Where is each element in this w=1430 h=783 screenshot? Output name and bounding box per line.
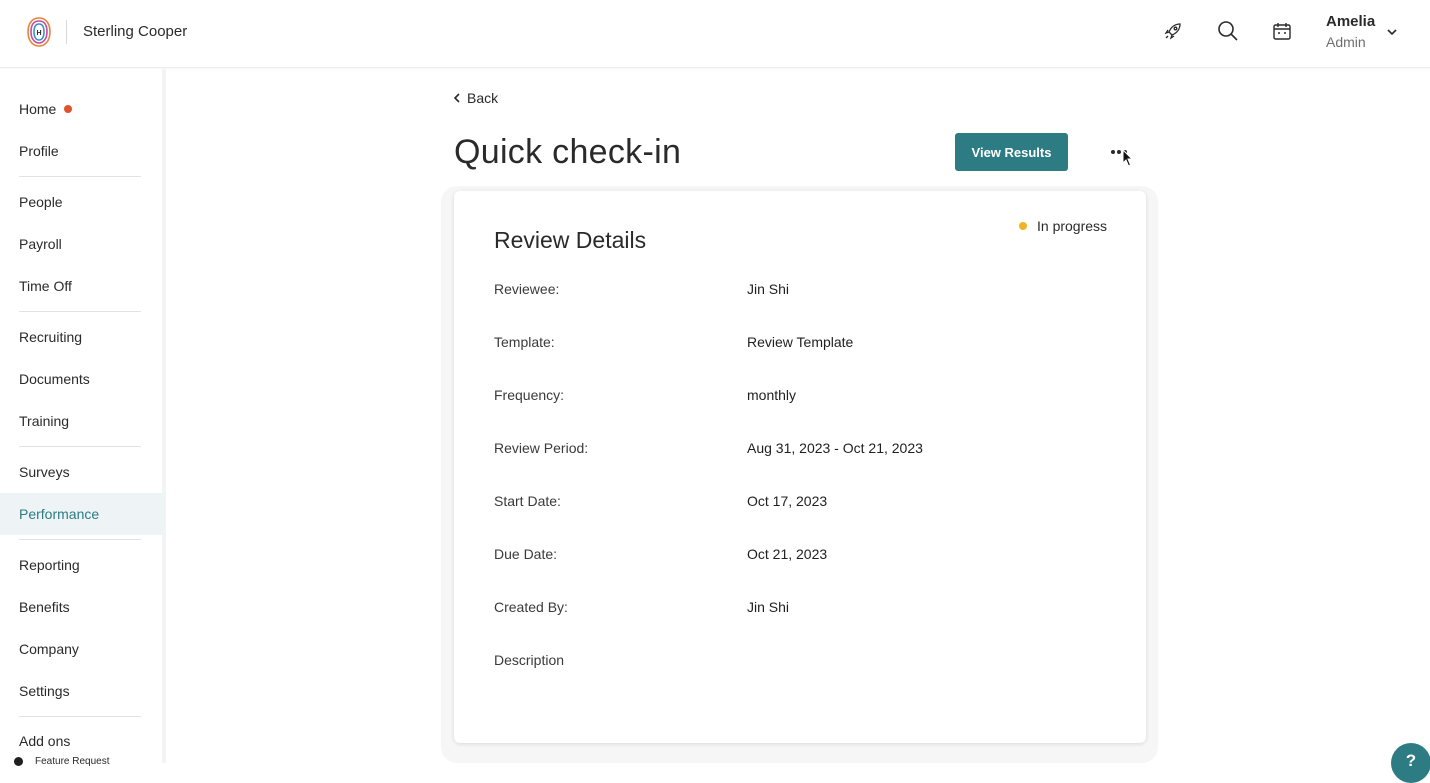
page-title: Quick check-in bbox=[454, 133, 682, 171]
sidebar-item-settings[interactable]: Settings bbox=[0, 671, 165, 711]
review-details-card: Review Details In progress Reviewee: Jin… bbox=[454, 191, 1146, 743]
sidebar-item-label: Recruiting bbox=[19, 329, 83, 345]
sidebar-item-label: Payroll bbox=[19, 236, 62, 252]
nav-divider bbox=[19, 176, 141, 177]
calendar-icon[interactable] bbox=[1269, 18, 1295, 44]
nav-divider bbox=[19, 716, 141, 717]
sidebar-item-label: Home bbox=[19, 101, 57, 117]
logo-divider bbox=[66, 20, 67, 44]
feature-request-icon bbox=[14, 757, 23, 766]
sidebar-item-performance[interactable]: Performance bbox=[0, 493, 165, 535]
review-period-label: Review Period: bbox=[494, 440, 589, 456]
due-date-value: Oct 21, 2023 bbox=[747, 546, 828, 562]
top-bar: H Sterling Cooper Amelia Admin bbox=[0, 0, 1430, 68]
sidebar-item-label: Surveys bbox=[19, 464, 70, 480]
sidebar-item-reporting[interactable]: Reporting bbox=[0, 545, 165, 585]
start-date-label: Start Date: bbox=[494, 493, 561, 509]
sidebar-item-people[interactable]: People bbox=[0, 182, 165, 222]
sidebar-item-label: Settings bbox=[19, 683, 70, 699]
chevron-left-icon bbox=[453, 93, 460, 103]
status-dot bbox=[1019, 222, 1027, 230]
sidebar-item-surveys[interactable]: Surveys bbox=[0, 452, 165, 492]
status-label: In progress bbox=[1037, 218, 1108, 234]
sidebar-item-time-off[interactable]: Time Off bbox=[0, 266, 165, 306]
reviewee-value: Jin Shi bbox=[747, 281, 790, 297]
sidebar-item-label: Benefits bbox=[19, 599, 70, 615]
created-by-label: Created By: bbox=[494, 599, 568, 615]
back-label: Back bbox=[467, 90, 499, 106]
sidebar-item-label: Reporting bbox=[19, 557, 80, 573]
user-name[interactable]: Amelia bbox=[1326, 13, 1375, 30]
back-link[interactable]: Back bbox=[453, 90, 498, 106]
description-label: Description bbox=[494, 652, 565, 668]
sidebar-item-profile[interactable]: Profile bbox=[0, 131, 165, 171]
status-badge: In progress bbox=[1019, 218, 1107, 234]
sidebar-item-label: Documents bbox=[19, 371, 90, 387]
sidebar-item-label: Performance bbox=[19, 506, 100, 522]
notification-dot bbox=[64, 105, 73, 113]
template-value: Review Template bbox=[747, 334, 854, 350]
sidebar-item-add-ons[interactable]: Add ons bbox=[0, 733, 165, 757]
sidebar-item-label: Time Off bbox=[19, 278, 72, 294]
sidebar-item-company[interactable]: Company bbox=[0, 629, 165, 669]
start-date-value: Oct 17, 2023 bbox=[747, 493, 828, 509]
sidebar-item-documents[interactable]: Documents bbox=[0, 359, 165, 399]
view-results-button[interactable]: View Results bbox=[955, 133, 1068, 171]
sidebar-item-benefits[interactable]: Benefits bbox=[0, 587, 165, 627]
nav-divider bbox=[19, 446, 141, 447]
user-role: Admin bbox=[1326, 34, 1366, 50]
due-date-label: Due Date: bbox=[494, 546, 558, 562]
feature-request-label: Feature Request bbox=[35, 756, 110, 767]
sidebar-item-label: Training bbox=[19, 413, 70, 429]
card-title: Review Details bbox=[494, 227, 647, 253]
frequency-value: monthly bbox=[747, 387, 797, 403]
reviewee-label: Reviewee: bbox=[494, 281, 560, 297]
review-period-value: Aug 31, 2023 - Oct 21, 2023 bbox=[747, 440, 923, 456]
feature-request-link[interactable]: Feature Request bbox=[14, 756, 110, 767]
sidebar-item-label: Profile bbox=[19, 143, 59, 159]
company-name: Sterling Cooper bbox=[83, 23, 188, 40]
rocket-icon[interactable] bbox=[1160, 18, 1186, 44]
created-by-value: Jin Shi bbox=[747, 599, 790, 615]
company-logo[interactable]: H bbox=[26, 16, 52, 48]
help-button[interactable]: ? bbox=[1391, 743, 1430, 783]
sidebar-item-label: Add ons bbox=[19, 733, 71, 749]
search-icon[interactable] bbox=[1215, 18, 1241, 44]
sidebar-item-label: People bbox=[19, 194, 63, 210]
sidebar-item-training[interactable]: Training bbox=[0, 401, 165, 441]
mouse-cursor-icon bbox=[1122, 149, 1134, 167]
sidebar: Home Profile People Payroll Time Off Rec… bbox=[0, 69, 166, 763]
sidebar-item-payroll[interactable]: Payroll bbox=[0, 224, 165, 264]
nav-divider bbox=[19, 311, 141, 312]
sidebar-item-label: Company bbox=[19, 641, 79, 657]
sidebar-item-home[interactable]: Home bbox=[0, 89, 165, 129]
svg-text:H: H bbox=[36, 30, 41, 37]
nav-divider bbox=[19, 539, 141, 540]
frequency-label: Frequency: bbox=[494, 387, 565, 403]
template-label: Template: bbox=[494, 334, 555, 350]
chevron-down-icon[interactable] bbox=[1384, 24, 1400, 40]
sidebar-item-recruiting[interactable]: Recruiting bbox=[0, 317, 165, 357]
